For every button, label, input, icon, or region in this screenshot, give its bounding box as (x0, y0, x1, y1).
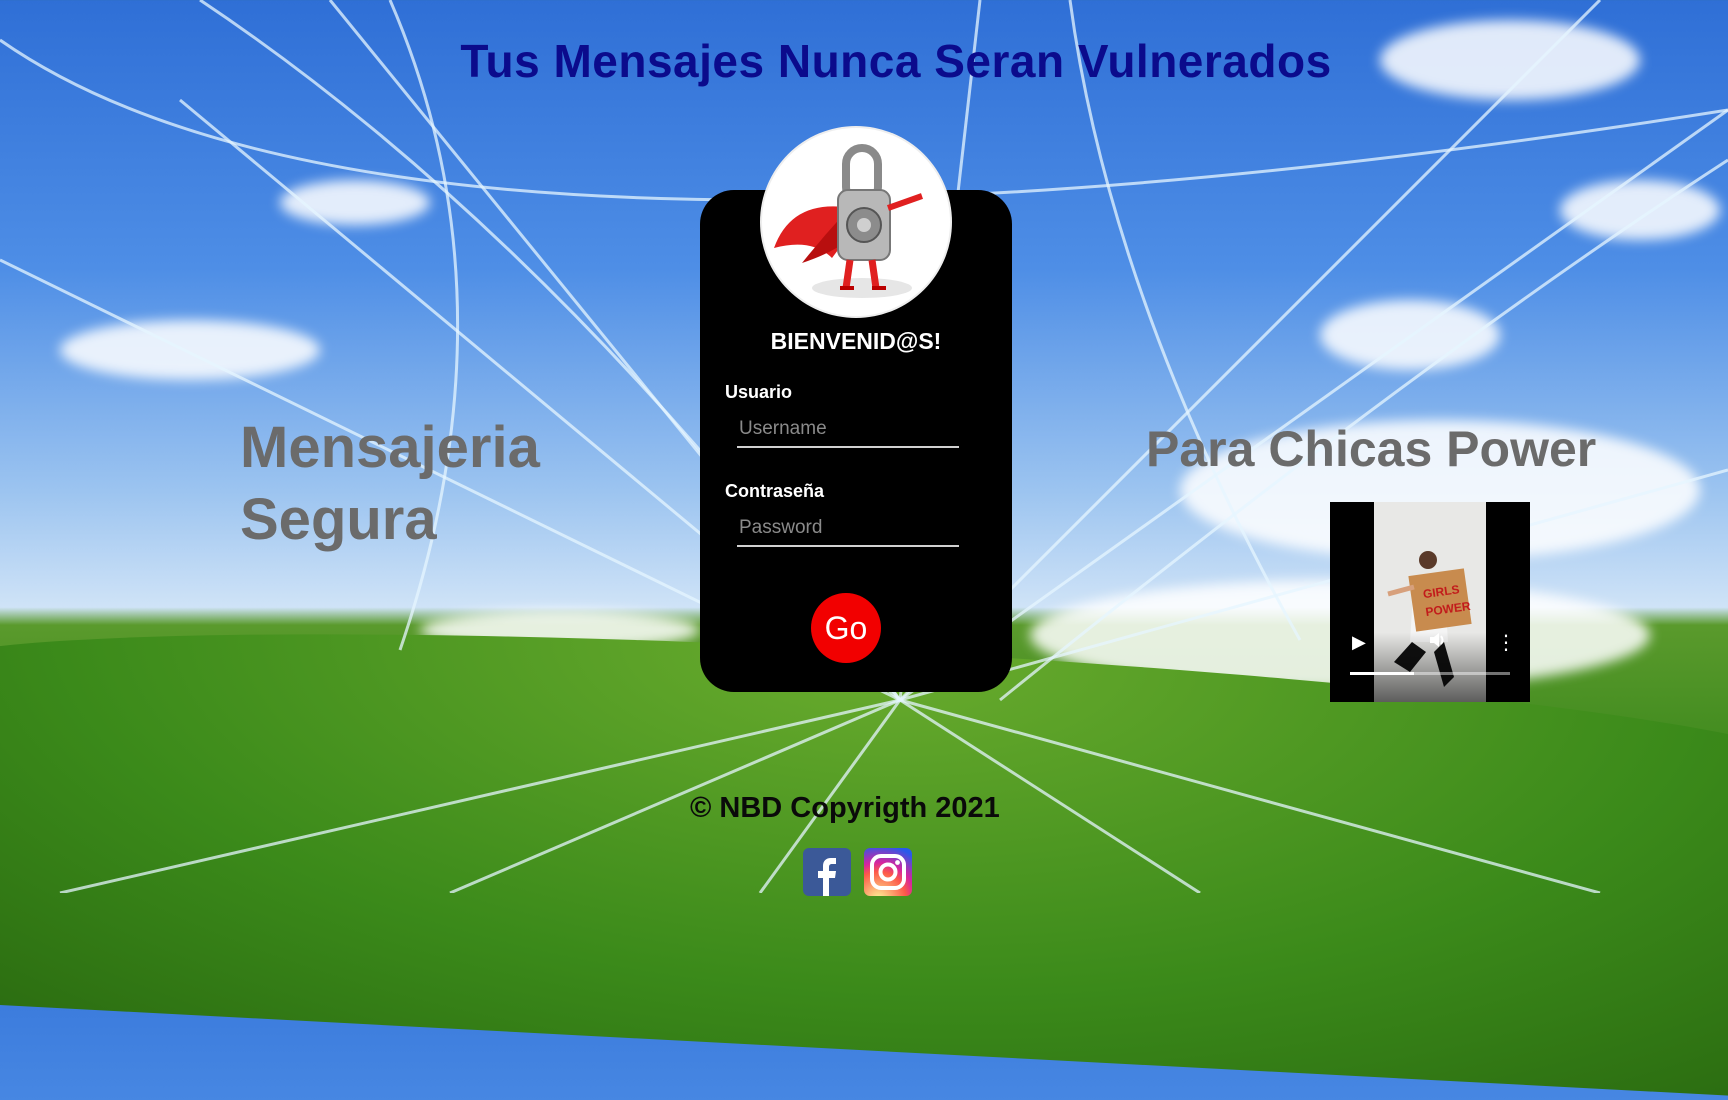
left-tagline: Mensajeria Segura (240, 412, 660, 556)
video-player[interactable]: GIRLS POWER ▶ ⋮ (1330, 502, 1530, 702)
volume-icon[interactable] (1427, 630, 1447, 655)
welcome-heading: BIENVENID@S! (770, 328, 942, 354)
superhero-padlock-icon (762, 128, 950, 316)
left-tagline-line2: Segura (240, 487, 437, 552)
facebook-icon[interactable] (803, 848, 851, 896)
play-icon[interactable]: ▶ (1352, 632, 1366, 653)
username-input[interactable] (737, 412, 959, 448)
copyright-text: © NBD Copyrigth 2021 (690, 792, 1000, 824)
video-progress-fill (1350, 672, 1414, 675)
go-button[interactable]: Go (811, 593, 881, 663)
password-label: Contraseña (725, 481, 825, 501)
more-vert-icon[interactable]: ⋮ (1496, 630, 1516, 655)
left-tagline-line1: Mensajeria (240, 415, 540, 480)
password-input[interactable] (737, 511, 959, 547)
video-progress[interactable] (1350, 672, 1510, 675)
page-title: Tus Mensajes Nunca Seran Vulnerados (460, 35, 1332, 87)
instagram-icon[interactable] (864, 848, 912, 896)
username-label: Usuario (725, 382, 793, 402)
right-tagline: Para Chicas Power (1146, 421, 1597, 477)
